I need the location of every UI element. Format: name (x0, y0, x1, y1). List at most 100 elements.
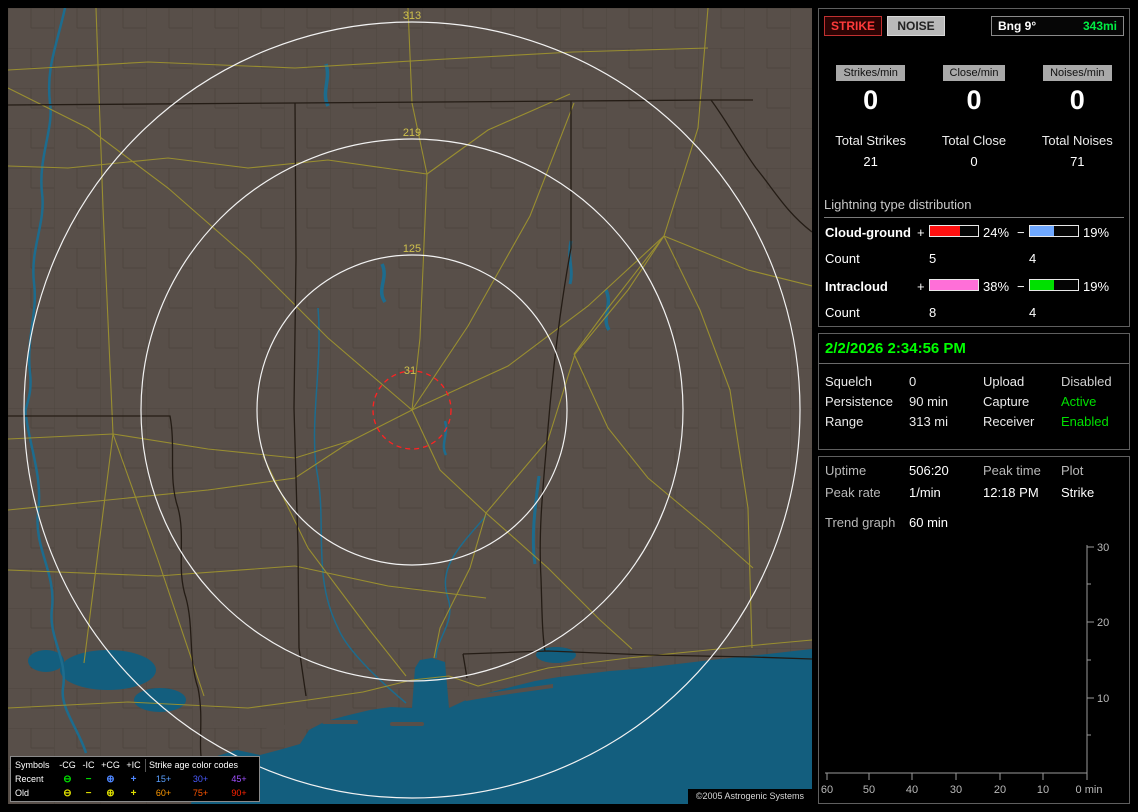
y-tick-30: 30 (1097, 542, 1109, 554)
total-close-value: 0 (970, 154, 978, 169)
trend-graph-chart: 30 20 10 60 50 40 30 20 10 0 min (821, 542, 1109, 796)
capture-value: Active (1061, 394, 1097, 409)
symbol-old-pos-ic: + (130, 787, 137, 799)
trend-tick-labels: 30 20 10 60 50 40 30 20 10 0 min (821, 542, 1109, 796)
rate-values-row: 0 0 0 (819, 85, 1129, 116)
age-code-90: 90+ (231, 787, 247, 798)
persistence-value: 90 min (909, 394, 949, 409)
age-code-30: 30+ (192, 773, 209, 784)
x-tick-60: 60 (821, 784, 833, 796)
x-tick-20: 20 (994, 784, 1006, 796)
cg-positive-bar (929, 225, 979, 237)
symbol-recent-neg-cg: ⊖ (63, 773, 72, 785)
rate-labels-row: Strikes/min Close/min Noises/min (819, 63, 1129, 81)
age-code-45: 45+ (231, 773, 247, 784)
total-noises-value: 71 (1070, 154, 1085, 169)
stats-row-2: Peak rate 1/min 12:18 PM Strike (825, 485, 1123, 501)
map-panel[interactable]: 313 219 125 31 Symbols -CG -IC +CG +IC S… (8, 8, 812, 804)
cloud-ground-row: Cloud-ground + 24% − 19% (825, 225, 1123, 240)
receiver-label: Receiver (983, 414, 1035, 429)
noises-per-min-value: 0 (1069, 85, 1085, 115)
strike-stats-box: STRIKE NOISE Bng 9° 343mi Strikes/min Cl… (818, 8, 1130, 327)
squelch-label: Squelch (825, 374, 872, 389)
age-code-15: 15+ (155, 773, 172, 784)
total-close-label: Total Close (941, 133, 1007, 148)
trend-graph-label: Trend graph (825, 515, 896, 530)
cg-negative-bar (1029, 225, 1079, 237)
legend-header-age-codes: Strike age color codes (145, 758, 259, 772)
stats-row-1: Uptime 506:20 Peak time Plot (825, 463, 1123, 479)
upload-value: Disabled (1061, 374, 1112, 389)
peak-rate-label: Peak rate (825, 485, 881, 500)
ring-label-219: 219 (403, 127, 421, 139)
ring-label-313: 313 (403, 10, 421, 22)
noise-mode-button[interactable]: NOISE (887, 16, 945, 36)
symbol-old-neg-cg: ⊖ (63, 787, 72, 799)
y-tick-10: 10 (1097, 693, 1109, 705)
legend-header-pos-cg: +CG (101, 759, 120, 770)
legend-header-symbols: Symbols (15, 759, 50, 770)
strikes-per-min-label[interactable]: Strikes/min (836, 65, 905, 81)
x-tick-10: 10 (1037, 784, 1049, 796)
age-code-75: 75+ (192, 787, 209, 798)
total-labels-row: Total Strikes Total Close Total Noises (819, 133, 1129, 148)
total-strikes-label: Total Strikes (835, 133, 907, 148)
count-label: Count (825, 305, 860, 320)
map-svg: 313 219 125 31 (8, 8, 812, 804)
bearing-display: Bng 9° 343mi (991, 16, 1124, 36)
symbol-recent-pos-ic: + (130, 773, 137, 785)
minus-sign: − (1017, 279, 1025, 294)
cg-positive-pct: 24% (983, 225, 1010, 240)
plot-label: Plot (1061, 463, 1084, 478)
datetime-display: 2/2/2026 2:34:56 PM (825, 340, 966, 357)
range-value: 313 mi (909, 414, 949, 429)
x-tick-0min: 0 min (1076, 784, 1103, 796)
ic-positive-bar (929, 279, 979, 291)
minus-sign: − (1017, 225, 1025, 240)
legend-row-label-old: Old (15, 787, 30, 798)
noises-per-min-label[interactable]: Noises/min (1043, 65, 1112, 81)
intracloud-row: Intracloud + 38% − 19% (825, 279, 1123, 294)
x-tick-40: 40 (906, 784, 918, 796)
ic-positive-count: 8 (929, 305, 937, 320)
legend-row-label-recent: Recent (15, 773, 44, 784)
legend-header-neg-cg: -CG (59, 759, 76, 770)
symbol-old-neg-ic: − (85, 787, 92, 799)
receiver-value: Enabled (1061, 414, 1109, 429)
status-box: 2/2/2026 2:34:56 PM Squelch 0 Upload Dis… (818, 333, 1130, 450)
age-code-60: 60+ (155, 787, 172, 798)
x-tick-50: 50 (863, 784, 875, 796)
bearing-range: 343mi (1082, 19, 1117, 33)
capture-label: Capture (983, 394, 1030, 409)
trend-graph-row: Trend graph 60 min (825, 515, 1123, 531)
cloud-ground-count-row: Count 5 4 (825, 251, 1123, 266)
peak-time-value: 12:18 PM (983, 485, 1039, 500)
cg-positive-count: 5 (929, 251, 937, 266)
peak-rate-value: 1/min (909, 485, 941, 500)
ic-negative-count: 4 (1029, 305, 1037, 320)
range-label: Range (825, 414, 864, 429)
bearing-label: Bng 9° (998, 19, 1037, 33)
strike-mode-button[interactable]: STRIKE (824, 16, 882, 36)
map-legend: Symbols -CG -IC +CG +IC Strike age color… (10, 756, 260, 802)
status-row-persistence: Persistence 90 min Capture Active (825, 394, 1123, 410)
symbol-old-pos-cg: ⊕ (106, 787, 115, 799)
ring-label-31: 31 (404, 365, 416, 377)
uptime-label: Uptime (825, 463, 867, 478)
peak-time-label: Peak time (983, 463, 1041, 478)
ic-positive-pct: 38% (983, 279, 1010, 294)
divider (819, 363, 1129, 364)
ic-negative-pct: 19% (1083, 279, 1110, 294)
total-strikes-value: 21 (863, 154, 878, 169)
legend-header-pos-ic: +IC (126, 759, 141, 770)
copyright-text: ©2005 Astrogenic Systems (687, 789, 812, 804)
x-tick-30: 30 (950, 784, 962, 796)
trend-axes (825, 545, 1094, 780)
status-row-squelch: Squelch 0 Upload Disabled (825, 374, 1123, 390)
close-per-min-label[interactable]: Close/min (942, 65, 1006, 81)
legend-header-neg-ic: -IC (82, 759, 95, 770)
trend-graph-value: 60 min (909, 515, 949, 530)
symbol-recent-neg-ic: − (85, 773, 92, 785)
plus-sign: + (917, 279, 925, 294)
total-values-row: 21 0 71 (819, 154, 1129, 169)
